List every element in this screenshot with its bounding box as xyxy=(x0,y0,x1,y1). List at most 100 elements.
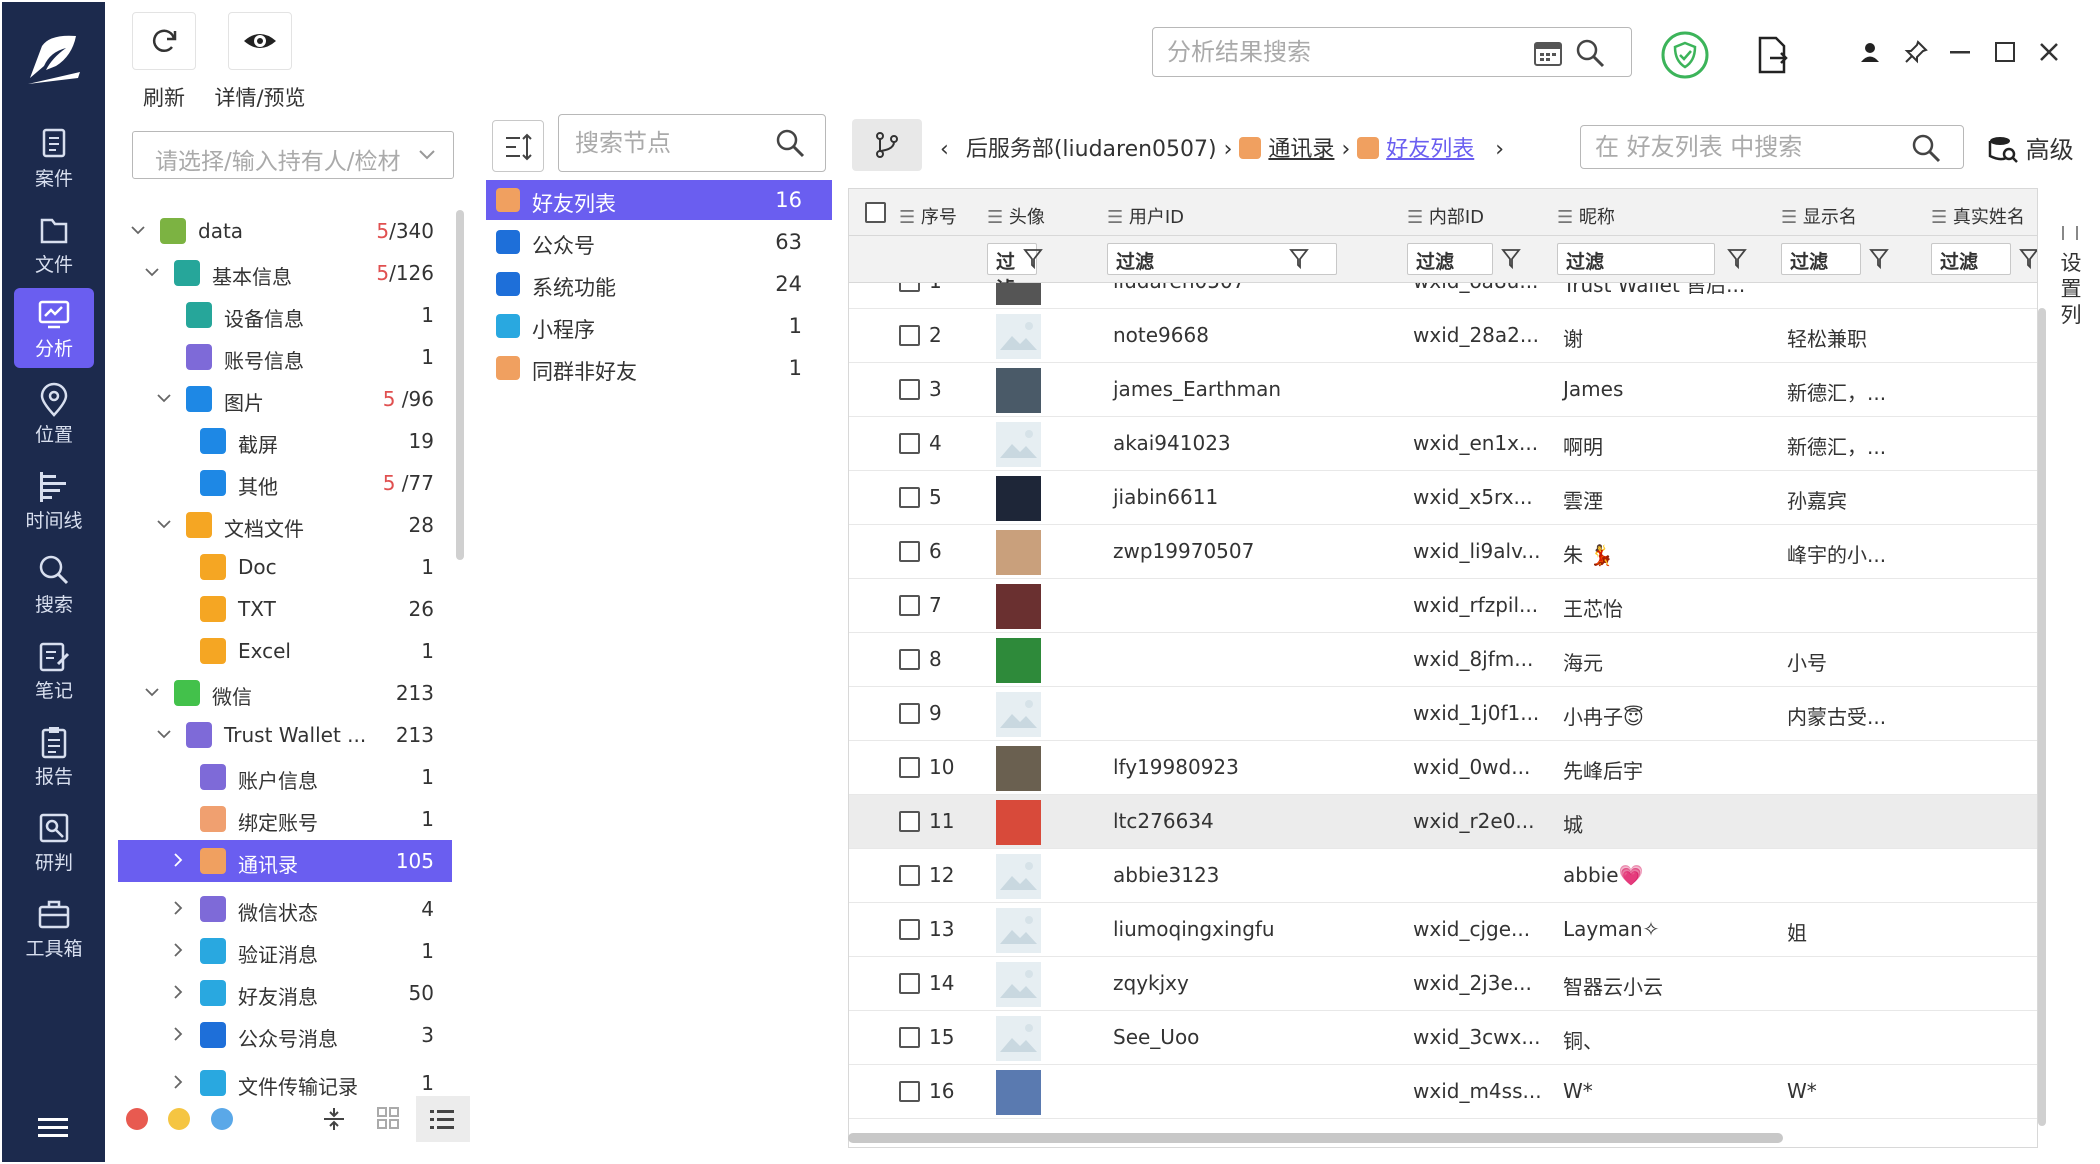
table-vertical-scrollbar[interactable] xyxy=(2038,308,2046,1126)
table-row[interactable]: 2 note9668 wxid_28a2... 谢 轻松兼职 xyxy=(849,309,2037,363)
filter-input[interactable]: 过滤 xyxy=(1781,243,1861,275)
table-row[interactable]: 8 wxid_8jfm... 海元 小号 xyxy=(849,633,2037,687)
filter-funnel-icon[interactable] xyxy=(1289,248,1309,270)
table-row[interactable]: 3 james_Earthman James 新德汇，... xyxy=(849,363,2037,417)
chevron-right-icon[interactable] xyxy=(170,900,186,916)
table-row[interactable]: 15 See_Uoo wxid_3cwx... 铜、 xyxy=(849,1011,2037,1065)
table-row[interactable]: 10 lfy19980923 wxid_0wd... 先峰后宇 xyxy=(849,741,2037,795)
breadcrumb-back-icon[interactable]: ‹ xyxy=(940,137,949,162)
chevron-right-icon[interactable] xyxy=(170,942,186,958)
export-file-icon[interactable] xyxy=(1756,36,1788,74)
shield-status-icon[interactable] xyxy=(1660,30,1710,80)
sort-button[interactable] xyxy=(492,120,544,172)
filter-input[interactable]: 过滤 xyxy=(1407,243,1493,275)
tree-node[interactable]: 文件传输记录 1 xyxy=(118,1062,452,1104)
tree-node[interactable]: 截屏 19 xyxy=(118,420,452,462)
column-header[interactable]: ☰ 用户ID xyxy=(1107,203,1184,229)
nav-item-8[interactable]: 研判 xyxy=(14,802,94,882)
tree-node[interactable]: Doc 1 xyxy=(118,546,452,588)
nav-item-9[interactable]: 工具箱 xyxy=(14,888,94,968)
details-preview-button[interactable]: 详情/预览 xyxy=(210,12,310,112)
row-checkbox[interactable] xyxy=(899,283,920,292)
minimize-icon[interactable] xyxy=(1950,51,1970,55)
nav-item-1[interactable]: 文件 xyxy=(14,204,94,284)
tree-node[interactable]: 设备信息 1 xyxy=(118,294,452,336)
tree-node[interactable]: 微信 213 xyxy=(118,672,452,714)
chevron-down-icon[interactable] xyxy=(156,516,172,532)
table-search-input[interactable] xyxy=(1595,131,1905,163)
row-checkbox[interactable] xyxy=(899,919,920,940)
red-dot-icon[interactable] xyxy=(126,1108,148,1130)
column-header[interactable]: ☰ 显示名 xyxy=(1781,203,1857,229)
tree-node[interactable]: 微信状态 4 xyxy=(118,888,452,930)
drag-handle-icon[interactable]: ☰ xyxy=(1407,207,1429,228)
table-row[interactable]: 1 liudaren0507 wxid_oa8u... Trust Wallet 售后… xyxy=(849,283,2037,309)
row-checkbox[interactable] xyxy=(899,379,920,400)
chevron-down-icon[interactable] xyxy=(144,264,160,280)
table-row[interactable]: 12 abbie3123 abbie💗 xyxy=(849,849,2037,903)
tree-scrollbar[interactable] xyxy=(456,210,464,560)
column-settings-button[interactable]: 设置列 xyxy=(2056,250,2086,328)
row-checkbox[interactable] xyxy=(899,757,920,778)
chevron-down-icon[interactable] xyxy=(418,149,436,161)
table-row[interactable]: 14 zqykjxy wxid_2j3e... 智器云小云 xyxy=(849,957,2037,1011)
search-icon[interactable] xyxy=(775,128,805,158)
advanced-search-button[interactable]: 高级 xyxy=(1988,130,2074,165)
row-checkbox[interactable] xyxy=(899,703,920,724)
nav-item-7[interactable]: 报告 xyxy=(14,716,94,796)
filter-input[interactable]: 过滤 xyxy=(1931,243,2011,275)
breadcrumb-friends[interactable]: 好友列表 xyxy=(1386,137,1474,162)
row-checkbox[interactable] xyxy=(899,865,920,886)
row-checkbox[interactable] xyxy=(899,487,920,508)
row-checkbox[interactable] xyxy=(899,325,920,346)
tree-node[interactable]: 公众号消息 3 xyxy=(118,1014,452,1056)
table-row[interactable]: 9 wxid_1j0f1... 小冉子😇 内蒙古受... xyxy=(849,687,2037,741)
chevron-right-icon[interactable] xyxy=(170,1074,186,1090)
drag-handle-icon[interactable]: ☰ xyxy=(899,207,921,228)
chevron-down-icon[interactable] xyxy=(144,684,160,700)
row-checkbox[interactable] xyxy=(899,1081,920,1102)
tree-node[interactable]: 账号信息 1 xyxy=(118,336,452,378)
calendar-icon[interactable] xyxy=(1533,39,1563,67)
select-all-checkbox[interactable] xyxy=(865,202,886,223)
tree-node[interactable]: TXT 26 xyxy=(118,588,452,630)
nav-item-6[interactable]: 笔记 xyxy=(14,630,94,710)
tree-node[interactable]: 基本信息 5/126 xyxy=(118,252,452,294)
tree-node[interactable]: Trust Wallet ... 213 xyxy=(118,714,452,756)
tree-node[interactable]: 绑定账号 1 xyxy=(118,798,452,840)
drag-handle-icon[interactable]: ☰ xyxy=(987,207,1009,228)
tree-node[interactable]: 好友消息 50 xyxy=(118,972,452,1014)
table-horizontal-scrollbar[interactable] xyxy=(848,1133,1783,1143)
table-row[interactable]: 11 ltc276634 wxid_r2e0... 城 xyxy=(849,795,2037,849)
tree-node[interactable]: 通讯录 105 xyxy=(118,840,452,882)
row-checkbox[interactable] xyxy=(899,973,920,994)
chevron-down-icon[interactable] xyxy=(156,726,172,742)
node-item[interactable]: 系统功能 24 xyxy=(486,264,832,304)
node-search-input[interactable] xyxy=(575,127,775,159)
hamburger-menu-icon[interactable] xyxy=(38,1116,68,1140)
nav-item-4[interactable]: 时间线 xyxy=(14,460,94,540)
grid-view-icon[interactable] xyxy=(376,1106,400,1130)
collapse-all-icon[interactable] xyxy=(322,1106,346,1132)
chevron-down-icon[interactable] xyxy=(156,390,172,406)
table-row[interactable]: 13 liumoqingxingfu wxid_cjge... Layman✧ 姐 xyxy=(849,903,2037,957)
branch-button[interactable] xyxy=(852,119,922,171)
table-row[interactable]: 6 zwp19970507 wxid_li9alv... 朱 💃 峰宇的小... xyxy=(849,525,2037,579)
drag-handle-icon[interactable]: ☰ xyxy=(1557,207,1579,228)
column-header[interactable]: ☰ 内部ID xyxy=(1407,203,1484,229)
tree-node[interactable]: 验证消息 1 xyxy=(118,930,452,972)
row-checkbox[interactable] xyxy=(899,541,920,562)
chevron-right-icon[interactable] xyxy=(170,1026,186,1042)
breadcrumb-contacts[interactable]: 通讯录 xyxy=(1268,137,1334,162)
chevron-down-icon[interactable] xyxy=(130,222,146,238)
table-row[interactable]: 5 jiabin6611 wxid_x5rx... 雲湮 孙嘉宾 xyxy=(849,471,2037,525)
close-icon[interactable] xyxy=(2039,42,2059,62)
filter-input[interactable]: 过滤 xyxy=(1557,243,1715,275)
row-checkbox[interactable] xyxy=(899,433,920,454)
maximize-icon[interactable] xyxy=(1995,42,2015,62)
filter-funnel-icon[interactable] xyxy=(1501,248,1521,270)
nav-item-2[interactable]: 分析 xyxy=(14,288,94,368)
table-row[interactable]: 16 wxid_m4ss... W* W* xyxy=(849,1065,2037,1119)
chevron-right-icon[interactable] xyxy=(170,984,186,1000)
drag-handle-icon[interactable]: ☰ xyxy=(1781,207,1803,228)
